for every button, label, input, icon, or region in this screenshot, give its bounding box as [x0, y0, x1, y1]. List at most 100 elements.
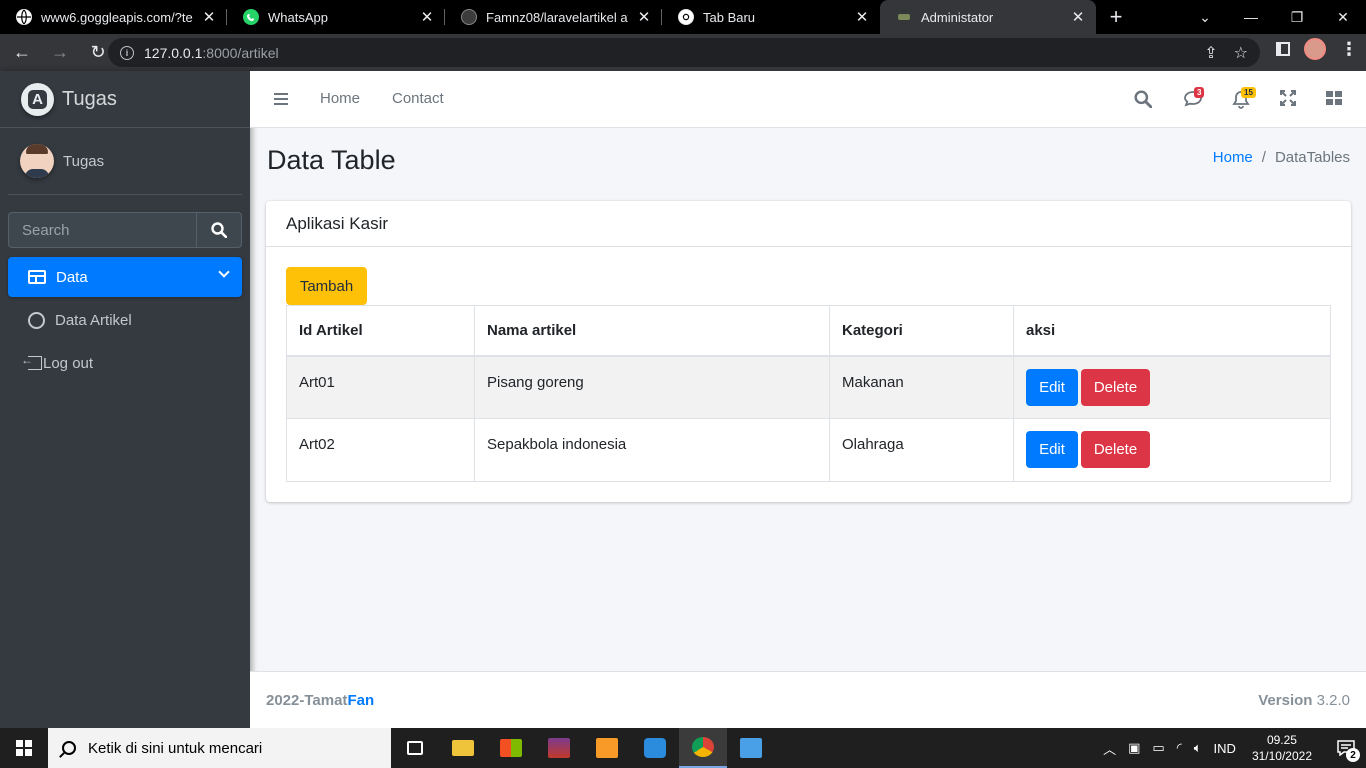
- close-icon[interactable]: ✕: [419, 8, 435, 26]
- tab-title: Famnz08/laravelartikel at ma: [486, 9, 628, 25]
- taskbar-search[interactable]: Ketik di sini untuk mencari: [48, 728, 391, 768]
- version-number: 3.2.0: [1316, 691, 1350, 709]
- cell-actions: Edit Delete: [1013, 355, 1331, 419]
- url-host: 127.0.0.1: [144, 44, 203, 61]
- version-label: Version: [1258, 691, 1313, 709]
- sidebar-item-data-artikel[interactable]: Data Artikel: [8, 300, 242, 340]
- copyright-brand-link[interactable]: Fan: [347, 692, 374, 709]
- browser-tab[interactable]: WhatsApp ✕: [227, 0, 445, 34]
- menu-kebab-icon[interactable]: ⋮: [1340, 39, 1358, 60]
- task-view-icon[interactable]: [391, 728, 439, 768]
- search-icon: [211, 222, 227, 238]
- share-icon[interactable]: ⇪: [1204, 43, 1217, 63]
- navbar-search-icon[interactable]: [1134, 90, 1154, 110]
- browser-tab[interactable]: Famnz08/laravelartikel at ma ✕: [445, 0, 662, 34]
- cell-category: Olahraga: [829, 418, 1014, 482]
- column-header: Nama artikel: [474, 305, 830, 357]
- restore-icon[interactable]: ❐: [1274, 0, 1320, 34]
- action-center-button[interactable]: 2: [1326, 728, 1366, 768]
- address-bar[interactable]: i 127.0.0.1:8000/artikel ⇪ ☆: [108, 38, 1260, 67]
- messages-icon[interactable]: 3: [1183, 87, 1205, 110]
- clock[interactable]: 09.25 31/10/2022: [1252, 732, 1312, 764]
- column-header: Kategori: [829, 305, 1014, 357]
- battery-icon[interactable]: ▭: [1152, 740, 1164, 756]
- toolbar-actions: ⋮: [1276, 38, 1358, 60]
- control-sidebar-icon[interactable]: [1325, 90, 1345, 110]
- fullscreen-expand-icon[interactable]: [1279, 89, 1300, 110]
- vscode-icon[interactable]: [631, 728, 679, 768]
- brand-logo-icon: A: [21, 82, 54, 116]
- delete-button[interactable]: Delete: [1081, 431, 1150, 468]
- meet-now-icon[interactable]: ▣: [1128, 740, 1140, 756]
- cell-id: Art02: [286, 418, 475, 482]
- chrome-taskbar-icon[interactable]: [679, 728, 727, 768]
- language-indicator[interactable]: IND: [1214, 741, 1236, 756]
- nav-link-home[interactable]: Home: [320, 90, 360, 107]
- breadcrumb-current: DataTables: [1274, 149, 1350, 166]
- edit-button[interactable]: Edit: [1026, 431, 1078, 468]
- close-window-icon[interactable]: ✕: [1320, 0, 1366, 34]
- browser-tab[interactable]: www6.goggleapis.com/?tem ✕: [0, 0, 227, 34]
- browser-tab[interactable]: Tab Baru ✕: [662, 0, 880, 34]
- tab-search-icon[interactable]: ⌄: [1182, 0, 1228, 34]
- sublime-text-icon[interactable]: [583, 728, 631, 768]
- circle-icon: [28, 311, 45, 329]
- table-row: Art02 Sepakbola indonesia Olahraga Edit D…: [286, 418, 1331, 482]
- sidebar-item-label: Log out: [43, 354, 94, 372]
- notifications-bell-icon[interactable]: 15: [1232, 87, 1256, 110]
- article-table: Id Artikel Nama artikel Kategori aksi Ar…: [286, 305, 1331, 482]
- new-tab-button[interactable]: +: [1096, 0, 1136, 34]
- wifi-icon[interactable]: ◜: [1177, 740, 1182, 756]
- site-info-icon[interactable]: i: [120, 45, 134, 60]
- messages-badge: 3: [1194, 87, 1205, 98]
- sidebar-item-logout[interactable]: Log out: [8, 343, 242, 383]
- file-explorer-icon[interactable]: [439, 728, 487, 768]
- bookmark-star-icon[interactable]: ☆: [1234, 43, 1248, 63]
- cell-actions: Edit Delete: [1013, 418, 1331, 482]
- windows-logo-icon: [16, 740, 32, 756]
- photos-icon[interactable]: [727, 728, 775, 768]
- brand-link[interactable]: A Tugas: [0, 71, 250, 128]
- close-icon[interactable]: ✕: [1070, 8, 1086, 26]
- brand-text: Tugas: [62, 87, 117, 110]
- back-icon[interactable]: ←: [6, 37, 38, 69]
- add-button[interactable]: Tambah: [286, 267, 367, 305]
- table-header-row: Id Artikel Nama artikel Kategori aksi: [286, 305, 1331, 357]
- main-sidebar: A Tugas Tugas Data Data Artikel Log out: [0, 71, 250, 728]
- chevron-down-icon: [218, 266, 230, 278]
- page-title: Data Table: [267, 145, 396, 175]
- side-panel-icon[interactable]: [1276, 42, 1290, 56]
- delete-button[interactable]: Delete: [1081, 368, 1150, 406]
- notification-count-badge: 2: [1346, 748, 1360, 762]
- sidebar-search: [8, 212, 242, 248]
- logout-icon: [21, 353, 42, 370]
- volume-icon[interactable]: 🔈︎: [1194, 740, 1202, 756]
- winrar-icon[interactable]: [535, 728, 583, 768]
- profile-avatar[interactable]: [1304, 38, 1326, 60]
- close-icon[interactable]: ✕: [636, 8, 652, 26]
- url-path: :8000/artikel: [202, 44, 279, 61]
- minimize-icon[interactable]: —: [1228, 0, 1274, 34]
- search-icon: [59, 738, 79, 758]
- system-tray: ︿ ▣ ▭ ◜ 🔈︎ IND 09.25 31/10/2022 2: [1097, 728, 1366, 768]
- breadcrumb-home-link[interactable]: Home: [1213, 149, 1253, 166]
- nav-link-contact[interactable]: Contact: [392, 90, 444, 107]
- sidebar-item-label: Data Artikel: [55, 311, 132, 329]
- browser-tab-active[interactable]: Administator ✕: [880, 0, 1096, 34]
- forward-icon[interactable]: →: [44, 37, 76, 69]
- close-icon[interactable]: ✕: [854, 8, 870, 26]
- close-icon[interactable]: ✕: [201, 8, 217, 26]
- sidebar-item-data[interactable]: Data: [8, 257, 242, 297]
- start-button[interactable]: [0, 728, 48, 768]
- chrome-icon: [678, 9, 694, 25]
- sidebar-search-input[interactable]: [8, 212, 196, 248]
- sidebar-search-button[interactable]: [196, 212, 242, 248]
- cell-name: Sepakbola indonesia: [474, 418, 830, 482]
- hamburger-menu-icon[interactable]: [274, 93, 288, 105]
- store-icon[interactable]: [487, 728, 535, 768]
- edit-button[interactable]: Edit: [1026, 368, 1078, 406]
- user-name[interactable]: Tugas: [63, 153, 104, 170]
- chevron-up-icon[interactable]: ︿: [1103, 739, 1116, 758]
- copyright-prefix: 2022-Tamat: [266, 691, 348, 709]
- version-info: Version 3.2.0: [1258, 692, 1350, 709]
